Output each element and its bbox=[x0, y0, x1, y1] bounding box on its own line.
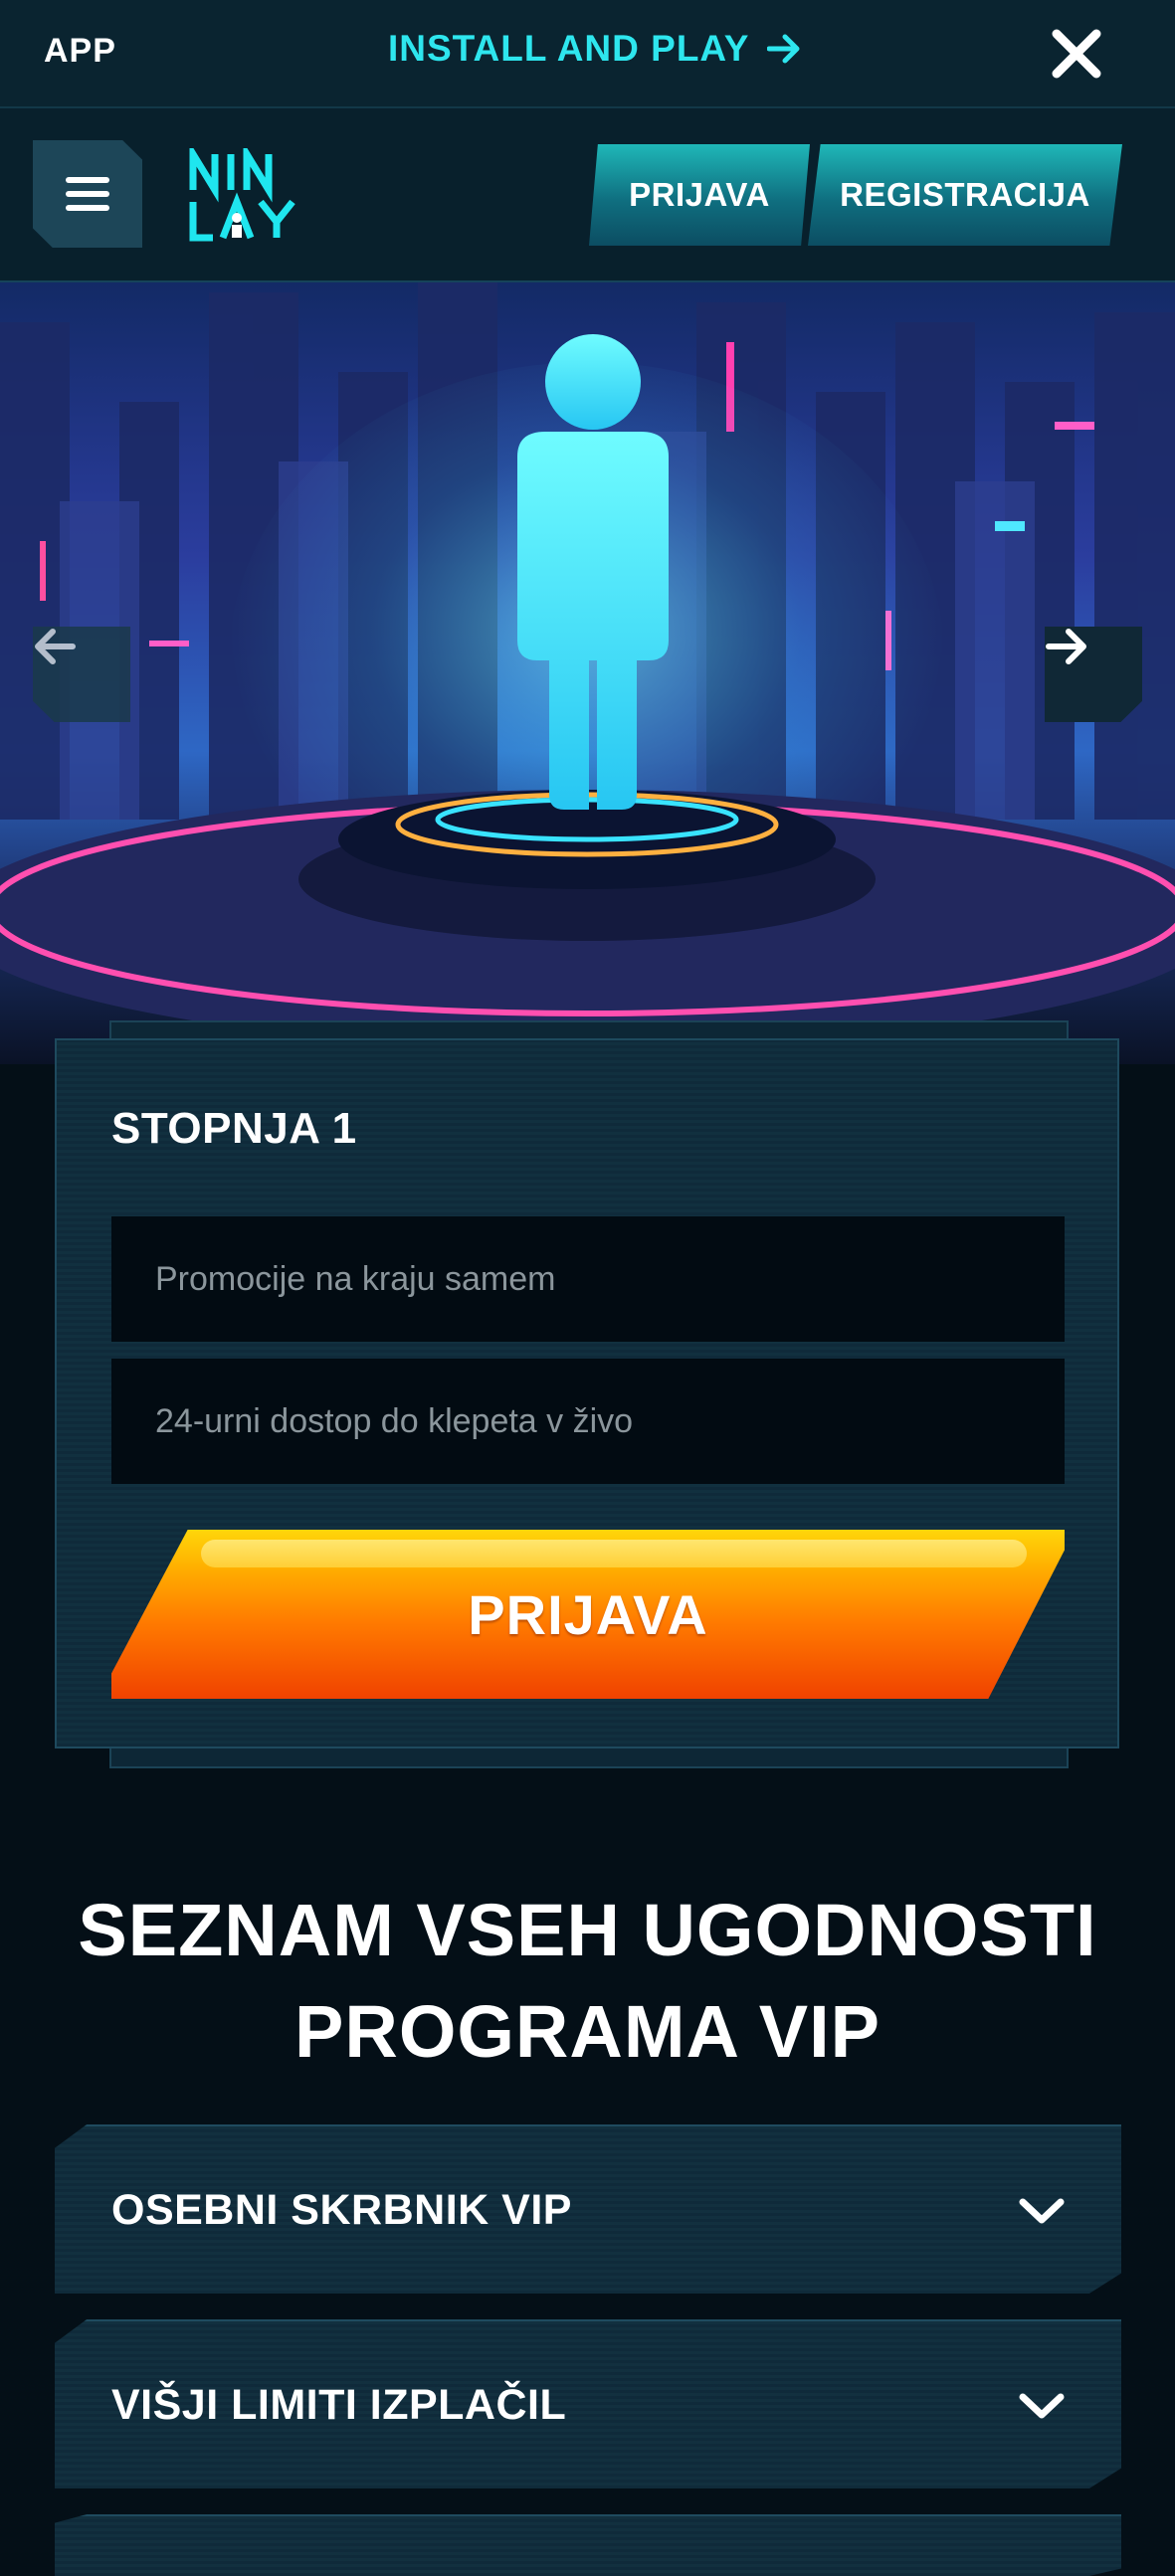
arrow-right-icon bbox=[1046, 629, 1086, 664]
level-perk-item: Promocije na kraju samem bbox=[111, 1216, 1065, 1342]
chevron-down-icon bbox=[1019, 2393, 1065, 2419]
carousel-next-button[interactable] bbox=[1045, 627, 1142, 722]
install-and-play-label: INSTALL AND PLAY bbox=[388, 28, 750, 69]
level-login-button[interactable]: PRIJAVA bbox=[111, 1530, 1065, 1699]
carousel-prev-button[interactable] bbox=[33, 627, 130, 722]
ninlay-logo[interactable] bbox=[187, 148, 306, 244]
level-login-label: PRIJAVA bbox=[468, 1582, 708, 1646]
accordion-item-higher-withdrawal-limits[interactable]: VIŠJI LIMITI IZPLAČIL bbox=[55, 2319, 1121, 2488]
arrow-right-icon bbox=[767, 34, 800, 64]
card-bottom-tab bbox=[109, 1748, 1069, 1768]
accordion-item-label: OSEBNI SKRBNIK VIP bbox=[111, 2186, 572, 2234]
close-icon bbox=[1052, 29, 1101, 79]
vip-benefits-title: SEZNAM VSEH UGODNOSTI PROGRAMA VIP bbox=[40, 1880, 1135, 2083]
app-label: APP bbox=[44, 32, 116, 70]
login-button[interactable]: PRIJAVA bbox=[589, 144, 810, 246]
hero-banner bbox=[0, 282, 1175, 1064]
menu-button[interactable] bbox=[33, 140, 142, 248]
hamburger-menu-icon bbox=[66, 177, 109, 211]
vip-benefits-title-line: PROGRAMA VIP bbox=[294, 1990, 881, 2073]
site-header: PRIJAVA REGISTRACIJA bbox=[0, 108, 1175, 282]
hero-illustration bbox=[0, 282, 1175, 1048]
app-install-banner: APP INSTALL AND PLAY bbox=[0, 0, 1175, 108]
level-title: STOPNJA 1 bbox=[111, 1104, 357, 1153]
close-banner-button[interactable] bbox=[1045, 22, 1108, 86]
accordion-item-label: VIŠJI LIMITI IZPLAČIL bbox=[111, 2381, 567, 2429]
vip-benefits-title-line: SEZNAM VSEH UGODNOSTI bbox=[78, 1889, 1097, 1971]
install-and-play-link[interactable]: INSTALL AND PLAY bbox=[388, 28, 801, 70]
chevron-down-icon bbox=[1019, 2198, 1065, 2224]
register-button[interactable]: REGISTRACIJA bbox=[808, 144, 1122, 246]
accordion-item-personal-manager[interactable]: OSEBNI SKRBNIK VIP bbox=[55, 2124, 1121, 2294]
arrow-left-icon bbox=[35, 629, 76, 664]
accordion-item-partial[interactable] bbox=[55, 2514, 1121, 2576]
level-perk-item: 24-urni dostop do klepeta v živo bbox=[111, 1359, 1065, 1484]
